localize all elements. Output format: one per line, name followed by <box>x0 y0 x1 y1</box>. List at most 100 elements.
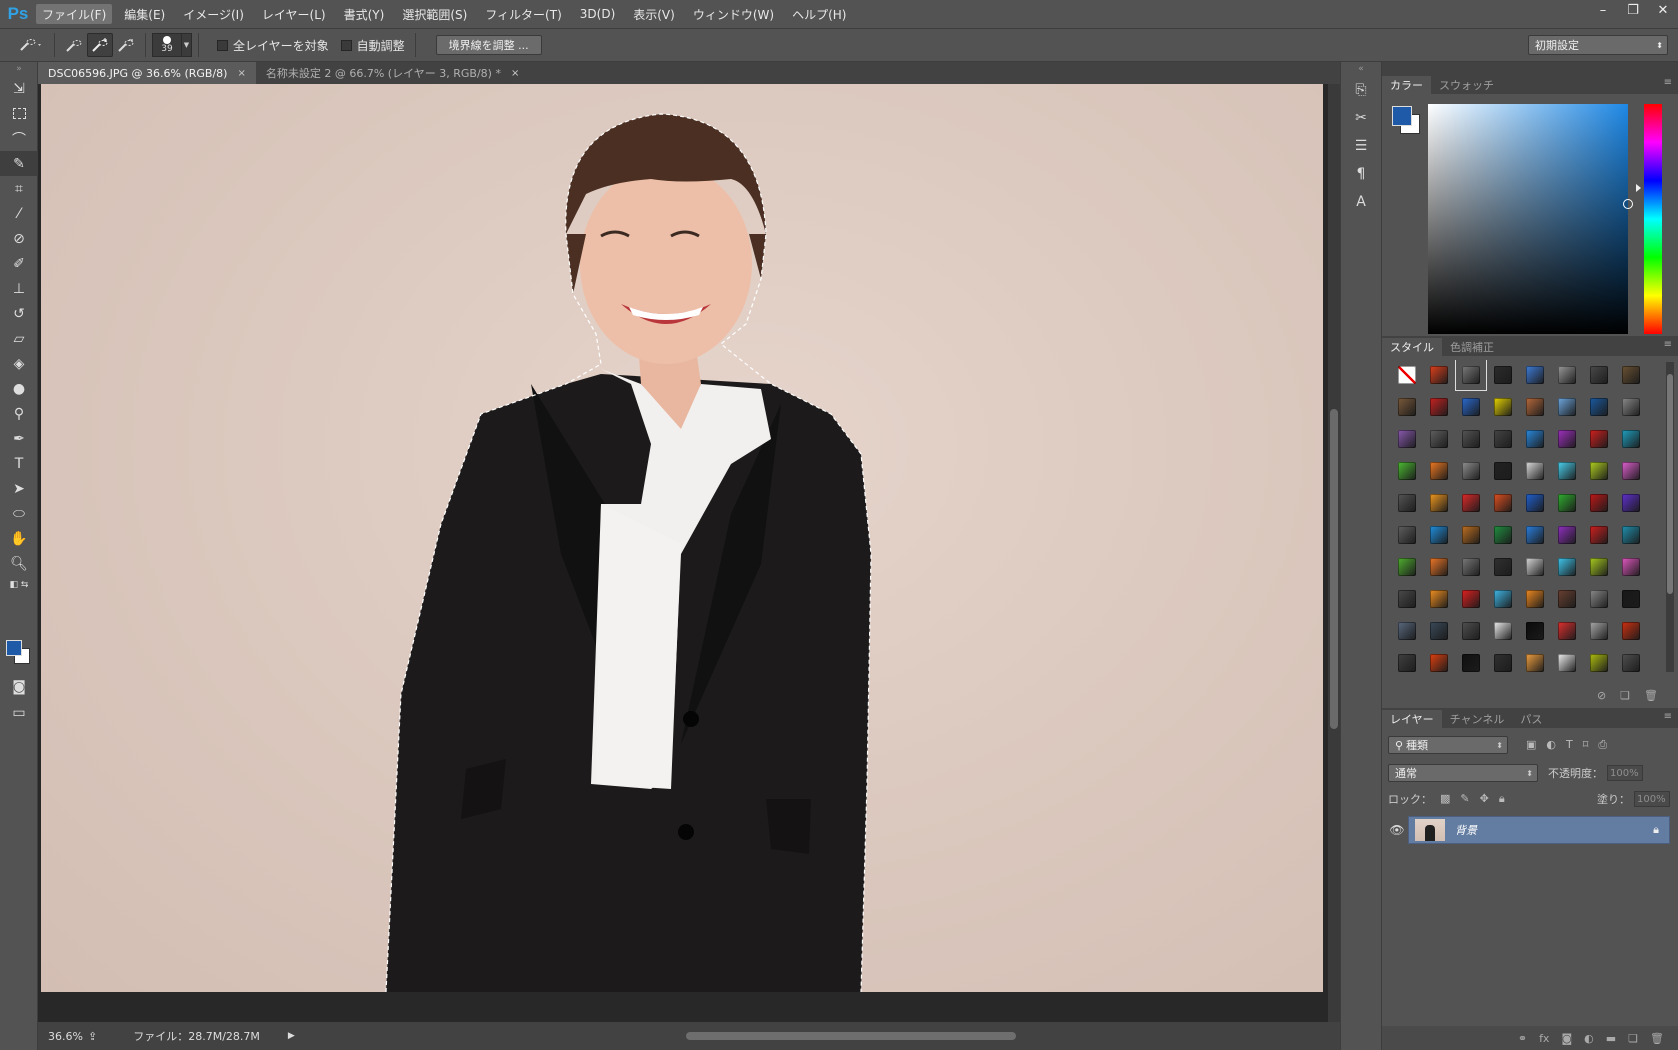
style-swatch[interactable] <box>1584 584 1614 614</box>
style-swatch[interactable] <box>1552 680 1582 682</box>
menu-layer[interactable]: レイヤー(L) <box>256 4 332 24</box>
shape-filter-icon[interactable]: ⌑ <box>1583 738 1589 752</box>
panel-collapse-icon[interactable]: » <box>0 62 38 76</box>
style-swatch[interactable] <box>1616 584 1646 614</box>
screen-mode-button[interactable]: ▭ <box>0 700 38 725</box>
menu-filter[interactable]: フィルター(T) <box>479 4 567 24</box>
style-swatch[interactable] <box>1392 520 1422 550</box>
style-swatch[interactable] <box>1584 680 1614 682</box>
style-swatch[interactable] <box>1616 680 1646 682</box>
default-colors-button[interactable]: ◧ ⇆ <box>0 576 38 594</box>
style-swatch[interactable] <box>1456 488 1486 518</box>
healing-brush-tool[interactable]: ⊘ <box>0 226 38 251</box>
style-swatch[interactable] <box>1424 584 1454 614</box>
document-image[interactable] <box>41 84 1323 992</box>
style-swatch[interactable] <box>1552 360 1582 390</box>
link-layers-icon[interactable]: ⚭ <box>1518 1032 1527 1045</box>
style-swatch[interactable] <box>1616 488 1646 518</box>
styles-scroll-thumb[interactable] <box>1667 374 1673 594</box>
style-swatch[interactable] <box>1488 456 1518 486</box>
style-swatch[interactable] <box>1616 456 1646 486</box>
menu-help[interactable]: ヘルプ(H) <box>786 4 852 24</box>
menu-select[interactable]: 選択範囲(S) <box>396 4 473 24</box>
style-swatch[interactable] <box>1520 392 1550 422</box>
paint-bucket-tool[interactable]: ◈ <box>0 351 38 376</box>
brush-size-dropdown[interactable]: ▼ <box>182 33 192 57</box>
quick-selection-tool[interactable]: ✎ <box>0 151 38 176</box>
style-swatch[interactable] <box>1520 552 1550 582</box>
style-swatch[interactable] <box>1456 552 1486 582</box>
style-swatch[interactable] <box>1488 392 1518 422</box>
style-swatch[interactable] <box>1456 424 1486 454</box>
style-swatch[interactable] <box>1552 392 1582 422</box>
style-swatch[interactable] <box>1520 584 1550 614</box>
subtract-selection-button[interactable] <box>113 33 139 57</box>
tab-swatches[interactable]: スウォッチ <box>1431 76 1502 94</box>
style-swatch[interactable] <box>1616 520 1646 550</box>
lasso-tool[interactable]: ⌒ <box>0 126 38 151</box>
tab-color[interactable]: カラー <box>1382 76 1431 94</box>
tab-paths[interactable]: パス <box>1512 710 1550 728</box>
smart-object-filter-icon[interactable]: ⎙ <box>1598 738 1607 752</box>
style-swatch[interactable] <box>1456 648 1486 678</box>
style-swatch[interactable] <box>1488 584 1518 614</box>
panel-collapse-bar[interactable] <box>1382 62 1678 74</box>
eraser-tool[interactable]: ▱ <box>0 326 38 351</box>
style-swatch[interactable] <box>1392 456 1422 486</box>
style-swatch[interactable] <box>1392 584 1422 614</box>
auto-enhance-option[interactable]: 自動調整 <box>340 37 405 54</box>
sample-all-layers-option[interactable]: 全レイヤーを対象 <box>217 37 329 54</box>
menu-view[interactable]: 表示(V) <box>627 4 681 24</box>
fill-input[interactable]: 100% <box>1634 791 1670 807</box>
canvas-area[interactable] <box>38 84 1328 1022</box>
style-swatch[interactable] <box>1424 552 1454 582</box>
add-to-selection-button[interactable] <box>87 33 113 57</box>
vertical-scroll-thumb[interactable] <box>1330 409 1338 729</box>
style-swatch[interactable] <box>1552 456 1582 486</box>
menu-image[interactable]: イメージ(I) <box>177 4 250 24</box>
path-selection-tool[interactable]: ➤ <box>0 476 38 501</box>
style-swatch[interactable] <box>1456 584 1486 614</box>
properties-button[interactable]: ☰ <box>1341 132 1381 160</box>
styles-scrollbar[interactable] <box>1666 362 1674 672</box>
style-swatch[interactable] <box>1616 360 1646 390</box>
style-swatch[interactable] <box>1424 392 1454 422</box>
hue-slider-arrow[interactable] <box>1636 184 1641 192</box>
style-swatch[interactable] <box>1520 424 1550 454</box>
minimize-button[interactable]: – <box>1588 0 1618 20</box>
add-mask-icon[interactable]: ◙ <box>1561 1032 1572 1045</box>
style-swatch[interactable] <box>1424 680 1454 682</box>
style-swatch[interactable] <box>1424 520 1454 550</box>
move-tool[interactable]: ⇲ <box>0 76 38 101</box>
type-filter-icon[interactable]: T <box>1566 738 1573 752</box>
style-swatch[interactable] <box>1520 488 1550 518</box>
style-swatch[interactable] <box>1424 616 1454 646</box>
style-swatch[interactable] <box>1392 552 1422 582</box>
style-swatch[interactable] <box>1456 456 1486 486</box>
blend-mode-select[interactable]: 通常 ⬍ <box>1388 764 1538 782</box>
clear-style-icon[interactable]: ⊘ <box>1597 689 1606 702</box>
style-swatch[interactable] <box>1455 360 1487 391</box>
menu-type[interactable]: 書式(Y) <box>338 4 391 24</box>
style-swatch[interactable] <box>1584 648 1614 678</box>
ellipse-tool[interactable]: ⬭ <box>0 501 38 526</box>
style-swatch[interactable] <box>1424 456 1454 486</box>
restore-button[interactable]: ❐ <box>1618 0 1648 20</box>
new-style-icon[interactable]: ❏ <box>1620 689 1630 702</box>
layer-filter-select[interactable]: ⚲ 種類 ⬍ <box>1388 736 1508 754</box>
style-swatch[interactable] <box>1584 552 1614 582</box>
style-swatch[interactable] <box>1616 552 1646 582</box>
brush-tool[interactable]: ✐ <box>0 251 38 276</box>
style-swatch[interactable] <box>1488 680 1518 682</box>
new-layer-icon[interactable]: ❏ <box>1628 1032 1638 1045</box>
share-icon[interactable]: ⇪ <box>88 1030 97 1043</box>
blur-tool[interactable]: ● <box>0 376 38 401</box>
hand-tool[interactable]: ✋ <box>0 526 38 551</box>
quick-mask-button[interactable]: ◙ <box>0 674 38 699</box>
adjustment-layer-icon[interactable]: ◐ <box>1584 1032 1594 1045</box>
style-swatch[interactable] <box>1392 616 1422 646</box>
style-swatch[interactable] <box>1392 488 1422 518</box>
menu-window[interactable]: ウィンドウ(W) <box>687 4 780 24</box>
style-swatch[interactable] <box>1584 360 1614 390</box>
layer-item-selected[interactable]: 背景 🔒︎ <box>1408 816 1670 844</box>
